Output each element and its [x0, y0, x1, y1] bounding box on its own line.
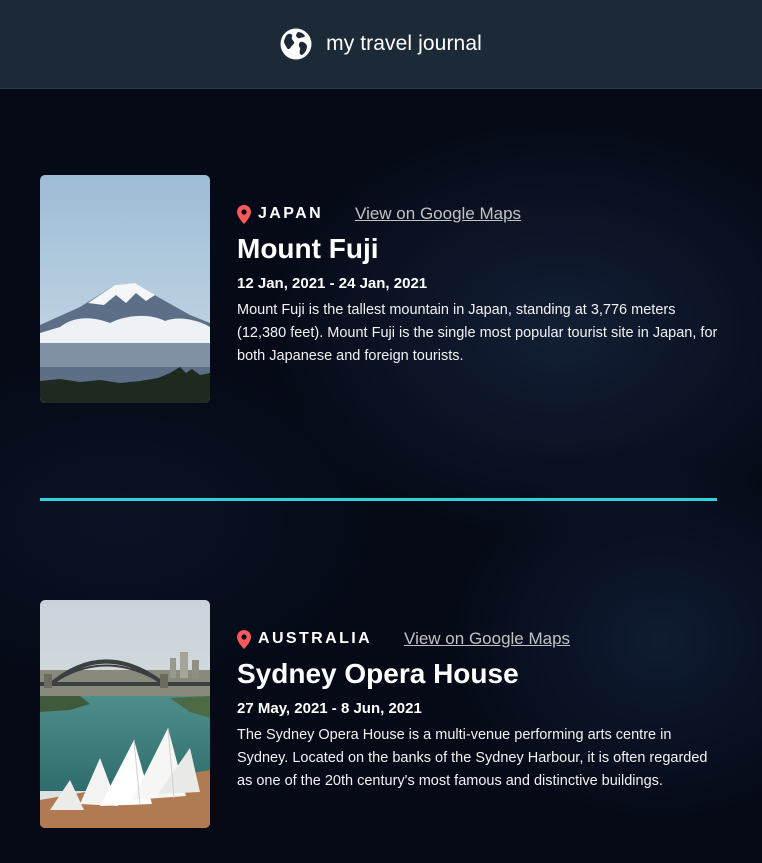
location-pin-icon	[237, 629, 251, 649]
entry-country: JAPAN	[258, 205, 324, 222]
entry-divider	[40, 498, 717, 501]
entry-dates: 27 May, 2021 - 8 Jun, 2021	[237, 700, 422, 717]
sydney-opera-house-photo	[40, 600, 210, 828]
location-pin-icon	[237, 204, 251, 224]
entry-title: Mount Fuji	[237, 233, 379, 264]
globe-icon	[280, 28, 312, 60]
app-header: my travel journal	[0, 0, 762, 89]
app-title: my travel journal	[326, 32, 482, 55]
entry-dates: 12 Jan, 2021 - 24 Jan, 2021	[237, 275, 428, 292]
google-maps-link[interactable]: View on Google Maps	[355, 204, 521, 224]
entry-title: Sydney Opera House	[237, 658, 519, 689]
google-maps-link[interactable]: View on Google Maps	[404, 629, 570, 649]
entry-description: The Sydney Opera House is a multi-venue …	[237, 727, 708, 789]
entry-description: Mount Fuji is the tallest mountain in Ja…	[237, 302, 718, 364]
entry-country: AUSTRALIA	[258, 630, 373, 647]
mount-fuji-photo	[40, 175, 210, 403]
